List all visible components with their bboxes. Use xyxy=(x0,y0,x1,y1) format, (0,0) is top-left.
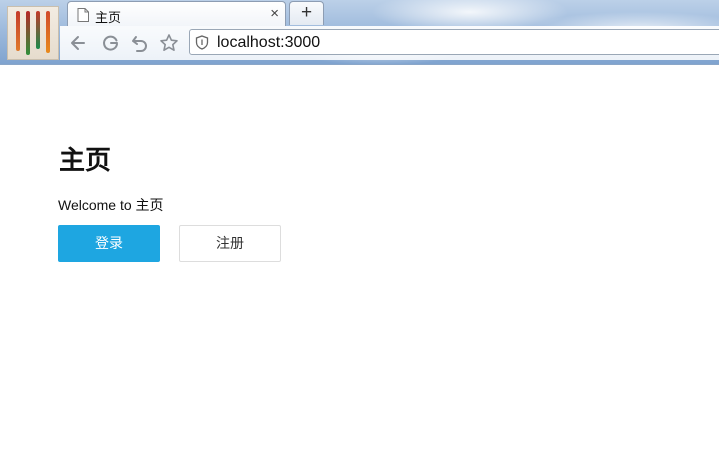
navigation-toolbar: localhost:3000 xyxy=(60,26,719,60)
page-title: 主页 xyxy=(59,146,112,176)
browser-tab[interactable]: 主页 × xyxy=(67,1,286,26)
address-bar[interactable]: localhost:3000 xyxy=(189,29,719,55)
browser-chrome: 主页 × + localhost:3000 xyxy=(0,0,719,65)
undo-icon[interactable] xyxy=(130,33,150,53)
document-icon xyxy=(77,8,89,22)
reload-icon[interactable] xyxy=(101,33,121,53)
welcome-text: Welcome to 主页 xyxy=(58,197,164,213)
tab-close-button[interactable]: × xyxy=(270,5,279,23)
tassel-decoration xyxy=(36,11,40,49)
register-button[interactable]: 注册 xyxy=(179,225,281,262)
tassel-decoration xyxy=(16,11,20,51)
url-text: localhost:3000 xyxy=(217,34,321,51)
tab-title: 主页 xyxy=(95,10,122,25)
tassel-decoration xyxy=(46,11,50,53)
login-button[interactable]: 登录 xyxy=(58,225,160,262)
back-icon[interactable] xyxy=(68,33,88,53)
star-icon[interactable] xyxy=(159,33,179,53)
shield-icon xyxy=(195,35,209,50)
new-tab-button[interactable]: + xyxy=(289,1,324,25)
user-avatar[interactable] xyxy=(7,6,59,60)
tassel-decoration xyxy=(26,11,30,55)
